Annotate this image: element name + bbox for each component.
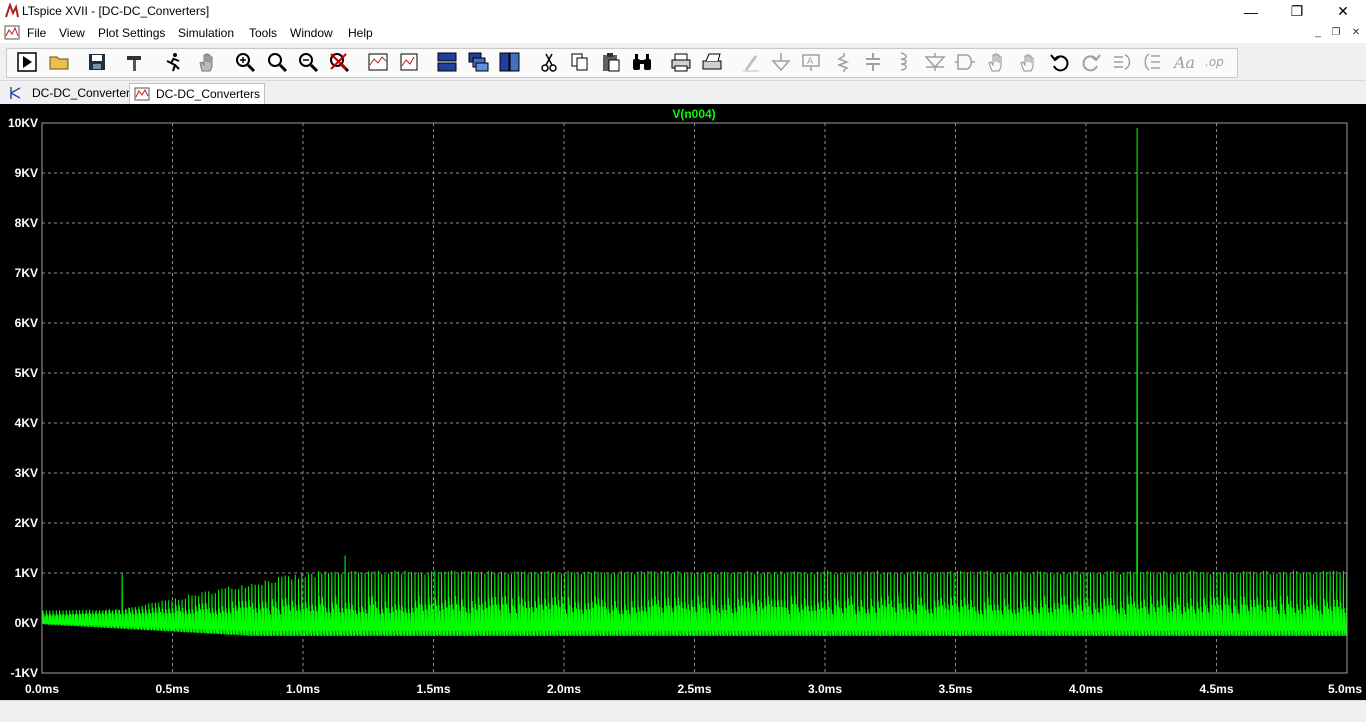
document-tabs: DC-DC_Converters DC-DC_Converters bbox=[0, 81, 1366, 104]
pan-hand-icon[interactable] bbox=[194, 49, 220, 75]
inductor-icon bbox=[890, 49, 916, 75]
x-axis-ticks: 0.0ms 0.5ms 1.0ms 1.5ms 2.0ms 2.5ms 3.0ms 3.5ms… bbox=[25, 682, 1362, 696]
halt-running-man-icon[interactable] bbox=[160, 49, 186, 75]
manual-limits-icon[interactable] bbox=[396, 49, 422, 75]
open-folder-icon[interactable] bbox=[46, 49, 72, 75]
tab-label: DC-DC_Converters bbox=[156, 87, 261, 101]
run-icon[interactable] bbox=[14, 49, 40, 75]
move-hand-icon bbox=[984, 49, 1010, 75]
x-tick-label: 1.5ms bbox=[416, 682, 450, 696]
control-panel-hammer-icon[interactable] bbox=[122, 49, 148, 75]
toolbar: A Aa .op bbox=[0, 44, 1366, 81]
status-bar bbox=[0, 700, 1366, 722]
y-axis-ticks: -1KV 0KV 1KV 2KV 3KV 4KV 5KV 6KV 7KV 8KV 9KV 10KV bbox=[8, 116, 38, 680]
x-tick-label: 0.5ms bbox=[155, 682, 189, 696]
zoom-cancel-icon[interactable] bbox=[326, 49, 352, 75]
y-tick-label: 7KV bbox=[15, 266, 38, 280]
x-tick-label: 4.5ms bbox=[1199, 682, 1233, 696]
y-tick-label: -1KV bbox=[11, 666, 38, 680]
text-icon: Aa bbox=[1171, 49, 1197, 75]
label-net-icon: A bbox=[798, 49, 824, 75]
y-tick-label: 5KV bbox=[15, 366, 38, 380]
ground-icon bbox=[768, 49, 794, 75]
x-tick-label: 3.0ms bbox=[808, 682, 842, 696]
tab-waveform[interactable]: DC-DC_Converters bbox=[129, 83, 266, 104]
spice-directive-icon: .op bbox=[1202, 49, 1228, 75]
mirror-icon bbox=[1140, 49, 1166, 75]
schematic-icon bbox=[10, 87, 21, 99]
trace-label[interactable]: V(n004) bbox=[672, 107, 715, 121]
y-tick-label: 9KV bbox=[15, 166, 38, 180]
window-title: LTspice XVII - [DC-DC_Converters] bbox=[22, 4, 210, 18]
tab-label: DC-DC_Converters bbox=[32, 86, 137, 100]
mdi-restore-button[interactable]: ❐ bbox=[1329, 26, 1343, 39]
tile-vertical-icon[interactable] bbox=[496, 49, 522, 75]
tab-schematic[interactable]: DC-DC_Converters bbox=[4, 83, 140, 103]
zoom-in-icon[interactable] bbox=[232, 49, 258, 75]
find-binoculars-icon[interactable] bbox=[629, 49, 655, 75]
mdi-close-button[interactable]: ✕ bbox=[1349, 26, 1363, 39]
x-tick-label: 5.0ms bbox=[1328, 682, 1362, 696]
title-bar: LTspice XVII - [DC-DC_Converters] — ❐ ✕ bbox=[0, 0, 1366, 23]
waveform-icon bbox=[134, 87, 150, 101]
x-tick-label: 3.5ms bbox=[938, 682, 972, 696]
menu-window[interactable]: Window bbox=[290, 26, 333, 40]
print-icon[interactable] bbox=[668, 49, 694, 75]
menu-plot-settings[interactable]: Plot Settings bbox=[98, 26, 165, 40]
cascade-windows-icon[interactable] bbox=[465, 49, 491, 75]
waveform-chart[interactable]: -1KV 0KV 1KV 2KV 3KV 4KV 5KV 6KV 7KV 8KV 9KV 10KV 0… bbox=[0, 104, 1366, 700]
autorange-icon[interactable] bbox=[365, 49, 391, 75]
resistor-icon bbox=[830, 49, 856, 75]
ltspice-app-icon bbox=[5, 3, 19, 18]
restore-button[interactable]: ❐ bbox=[1274, 0, 1320, 23]
save-icon[interactable] bbox=[84, 49, 110, 75]
y-tick-label: 3KV bbox=[15, 466, 38, 480]
svg-text:Aa: Aa bbox=[1173, 53, 1195, 72]
redo-icon bbox=[1078, 49, 1104, 75]
menu-simulation[interactable]: Simulation bbox=[178, 26, 234, 40]
waveform-plot-pane[interactable]: -1KV 0KV 1KV 2KV 3KV 4KV 5KV 6KV 7KV 8KV 9KV 10KV 0… bbox=[0, 104, 1366, 700]
y-tick-label: 8KV bbox=[15, 216, 38, 230]
y-tick-label: 4KV bbox=[15, 416, 38, 430]
y-tick-label: 2KV bbox=[15, 516, 38, 530]
undo-icon[interactable] bbox=[1047, 49, 1073, 75]
x-tick-label: 2.5ms bbox=[677, 682, 711, 696]
menu-view[interactable]: View bbox=[59, 26, 85, 40]
paste-icon[interactable] bbox=[598, 49, 624, 75]
svg-text:A: A bbox=[807, 57, 814, 67]
x-tick-label: 2.0ms bbox=[547, 682, 581, 696]
menu-help[interactable]: Help bbox=[348, 26, 373, 40]
minimize-button[interactable]: — bbox=[1228, 0, 1274, 23]
menu-bar: File View Plot Settings Simulation Tools… bbox=[0, 23, 1366, 43]
cut-scissors-icon[interactable] bbox=[536, 49, 562, 75]
document-icon[interactable] bbox=[4, 25, 20, 40]
x-tick-label: 0.0ms bbox=[25, 682, 59, 696]
draw-wire-pencil-icon bbox=[738, 49, 764, 75]
zoom-full-icon[interactable] bbox=[264, 49, 290, 75]
menu-tools[interactable]: Tools bbox=[249, 26, 277, 40]
y-tick-label: 6KV bbox=[15, 316, 38, 330]
y-tick-label: 1KV bbox=[15, 566, 38, 580]
component-icon bbox=[952, 49, 978, 75]
close-button[interactable]: ✕ bbox=[1320, 0, 1366, 23]
rotate-icon bbox=[1109, 49, 1135, 75]
y-tick-label: 0KV bbox=[15, 616, 38, 630]
diode-icon bbox=[922, 49, 948, 75]
x-tick-label: 1.0ms bbox=[286, 682, 320, 696]
copy-icon[interactable] bbox=[567, 49, 593, 75]
drag-hand-icon bbox=[1015, 49, 1041, 75]
mdi-minimize-button[interactable]: _ bbox=[1311, 26, 1325, 39]
menu-file[interactable]: File bbox=[27, 26, 46, 40]
svg-text:.op: .op bbox=[1205, 55, 1224, 69]
capacitor-icon bbox=[860, 49, 886, 75]
zoom-out-icon[interactable] bbox=[295, 49, 321, 75]
y-tick-label: 10KV bbox=[8, 116, 38, 130]
tile-horizontal-icon[interactable] bbox=[434, 49, 460, 75]
x-tick-label: 4.0ms bbox=[1069, 682, 1103, 696]
print-setup-icon[interactable] bbox=[699, 49, 725, 75]
